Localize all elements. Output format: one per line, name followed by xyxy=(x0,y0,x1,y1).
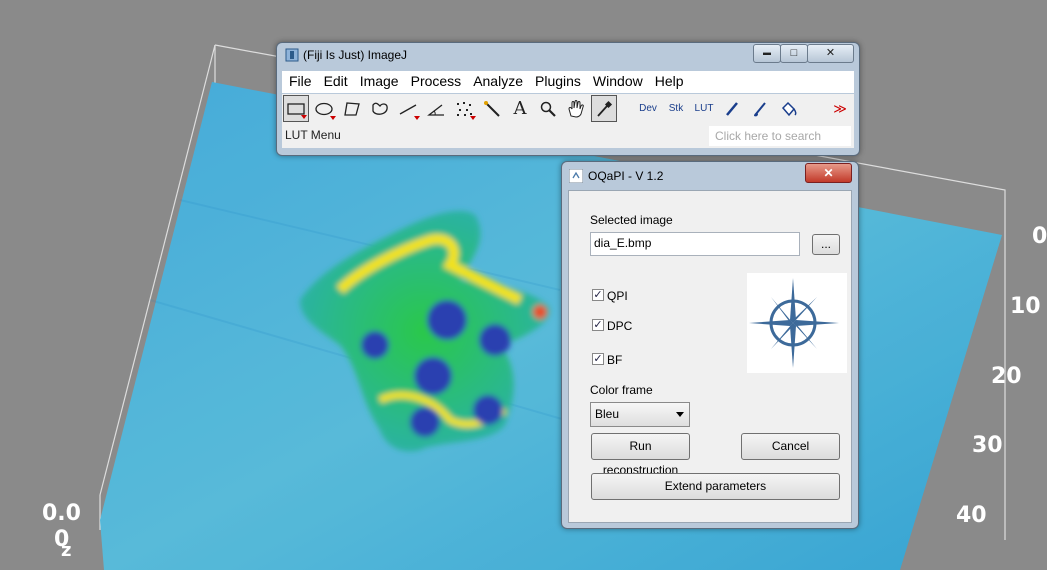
point-tool-icon[interactable] xyxy=(451,95,477,122)
axis-tick-30: 30 xyxy=(972,433,1003,458)
imagej-toolbar: A Dev Stk LUT ≫ xyxy=(282,94,854,124)
color-frame-label: Color frame xyxy=(590,383,653,397)
z-axis-label: z xyxy=(61,540,72,561)
flood-fill-tool-icon[interactable] xyxy=(775,95,801,122)
menu-plugins[interactable]: Plugins xyxy=(528,71,586,89)
bf-label: BF xyxy=(607,353,623,367)
angle-tool-icon[interactable] xyxy=(423,95,449,122)
imagej-menubar: File Edit Image Process Analyze Plugins Window… xyxy=(282,71,854,93)
imagej-app-icon xyxy=(285,48,299,62)
qpi-label: QPI xyxy=(607,289,628,303)
color-frame-value: Bleu xyxy=(595,407,620,421)
zoom-tool-icon[interactable] xyxy=(535,95,561,122)
oqapi-titlebar[interactable]: OQaPI - V 1.2 ✕ xyxy=(562,162,858,187)
color-picker-tool-icon[interactable] xyxy=(591,95,617,122)
rectangle-tool-icon[interactable] xyxy=(283,95,309,122)
menu-process[interactable]: Process xyxy=(404,71,467,89)
maximize-button[interactable]: □ xyxy=(780,44,808,63)
menu-window[interactable]: Window xyxy=(586,71,648,89)
scroll-hand-tool-icon[interactable] xyxy=(563,95,589,122)
compass-logo xyxy=(747,273,847,373)
oqapi-close-button[interactable]: ✕ xyxy=(805,163,852,183)
java-app-icon xyxy=(569,169,583,183)
stk-menu-button[interactable]: Stk xyxy=(663,95,689,122)
extend-parameters-button[interactable]: Extend parameters xyxy=(591,473,840,500)
close-button[interactable]: ✕ xyxy=(807,44,854,63)
dev-menu-button[interactable]: Dev xyxy=(635,95,661,122)
oqapi-dialog: OQaPI - V 1.2 ✕ Selected image dia_E.bmp… xyxy=(561,161,859,529)
z-axis-tick-0.0: 0.0 xyxy=(42,501,81,526)
run-reconstruction-button[interactable]: Run reconstruction xyxy=(591,433,690,477)
wand-tool-icon[interactable] xyxy=(479,95,505,122)
oqapi-title: OQaPI - V 1.2 xyxy=(588,169,664,183)
selected-image-label: Selected image xyxy=(590,213,673,227)
menu-file[interactable]: File xyxy=(282,71,317,89)
cancel-button[interactable]: Cancel xyxy=(741,433,840,460)
menu-analyze[interactable]: Analyze xyxy=(466,71,528,89)
bf-checkbox[interactable]: ✓ xyxy=(592,353,604,365)
axis-tick-20: 20 xyxy=(991,364,1022,389)
dpc-label: DPC xyxy=(607,319,633,333)
text-tool-icon[interactable]: A xyxy=(507,95,533,122)
brush-tool-icon[interactable] xyxy=(747,95,773,122)
search-field[interactable]: Click here to search xyxy=(709,126,851,146)
pencil-tool-icon[interactable] xyxy=(719,95,745,122)
axis-tick-40: 40 xyxy=(956,503,987,528)
freehand-tool-icon[interactable] xyxy=(367,95,393,122)
imagej-window: (Fiji Is Just) ImageJ ▬ □ ✕ File Edit Imag… xyxy=(276,42,860,156)
status-text: LUT Menu xyxy=(285,128,341,142)
oval-tool-icon[interactable] xyxy=(311,95,337,122)
line-tool-icon[interactable] xyxy=(395,95,421,122)
menu-help[interactable]: Help xyxy=(648,71,689,89)
more-tools-button[interactable]: ≫ xyxy=(827,95,853,122)
polygon-tool-icon[interactable] xyxy=(339,95,365,122)
axis-tick-0: 0 xyxy=(1032,224,1047,249)
dpc-checkbox[interactable]: ✓ xyxy=(592,319,604,331)
axis-tick-10: 10 xyxy=(1010,294,1041,319)
menu-edit[interactable]: Edit xyxy=(317,71,353,89)
chevron-down-icon xyxy=(676,412,684,417)
color-frame-select[interactable]: Bleu xyxy=(590,402,690,427)
menu-image[interactable]: Image xyxy=(353,71,404,89)
lut-menu-button[interactable]: LUT xyxy=(691,95,717,122)
imagej-titlebar[interactable]: (Fiji Is Just) ImageJ ▬ □ ✕ xyxy=(277,43,859,68)
oqapi-body: Selected image dia_E.bmp ... ✓ QPI ✓ DPC… xyxy=(568,190,852,523)
imagej-title: (Fiji Is Just) ImageJ xyxy=(303,48,408,62)
selected-image-field[interactable]: dia_E.bmp xyxy=(590,232,800,256)
minimize-button[interactable]: ▬ xyxy=(753,44,781,63)
imagej-statusbar: LUT Menu Click here to search xyxy=(282,124,854,148)
qpi-checkbox[interactable]: ✓ xyxy=(592,289,604,301)
browse-button[interactable]: ... xyxy=(812,234,840,255)
